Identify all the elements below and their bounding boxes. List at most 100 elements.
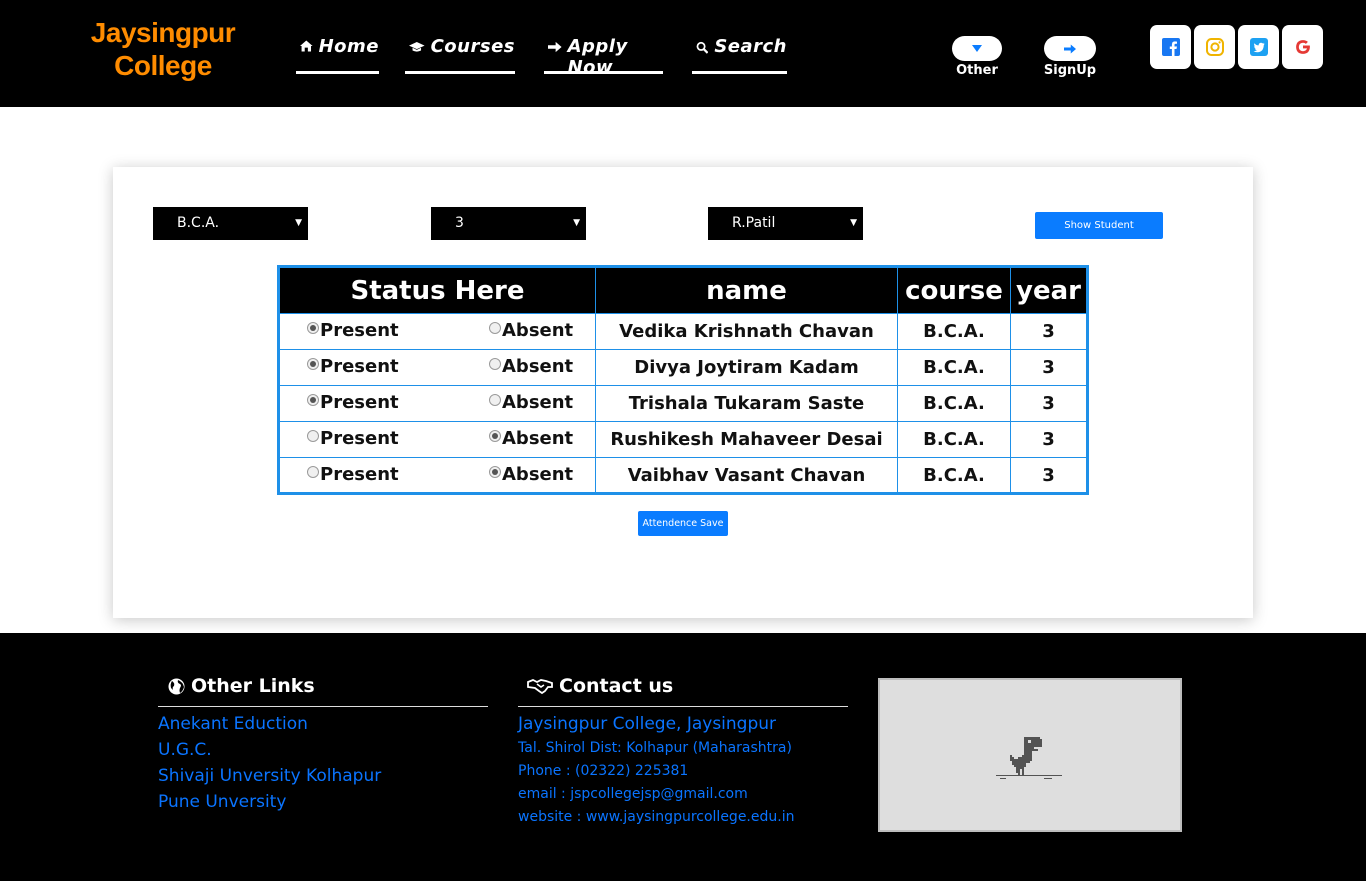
student-name-cell: Divya Joytiram Kadam bbox=[595, 349, 898, 386]
header-status: Status Here bbox=[278, 266, 596, 314]
course-cell: B.C.A. bbox=[897, 385, 1011, 422]
signup-label: SignUp bbox=[1043, 63, 1097, 78]
other-links-title: Other Links bbox=[168, 675, 315, 697]
logo-line-2: College bbox=[114, 50, 212, 81]
other-links-divider bbox=[158, 706, 488, 707]
status-cell: Present Absent bbox=[278, 421, 596, 458]
course-select[interactable]: B.C.A. ▼ bbox=[153, 207, 308, 240]
student-name-cell: Vaibhav Vasant Chavan bbox=[595, 457, 898, 494]
instagram-link[interactable] bbox=[1194, 25, 1235, 69]
contact-website[interactable]: website : www.jaysingpurcollege.edu.in bbox=[518, 809, 794, 825]
contact-college-name: Jaysingpur College, Jaysingpur bbox=[518, 714, 777, 734]
facebook-icon bbox=[1161, 38, 1180, 56]
nav-apply-label: Apply Now bbox=[567, 36, 628, 78]
student-name-cell: Trishala Tukaram Saste bbox=[595, 385, 898, 422]
present-radio[interactable] bbox=[307, 322, 319, 334]
teacher-select[interactable]: R.Patil ▼ bbox=[708, 207, 863, 240]
header-course: course bbox=[897, 266, 1011, 314]
map-embed-placeholder bbox=[878, 678, 1182, 832]
absent-label: Absent bbox=[502, 392, 574, 413]
present-option[interactable]: Present bbox=[307, 320, 399, 341]
nav-home[interactable]: Home bbox=[296, 36, 379, 74]
present-radio[interactable] bbox=[307, 358, 319, 370]
other-menu-button[interactable]: Other bbox=[939, 36, 1015, 78]
logo-line-1: Jaysingpur bbox=[90, 17, 236, 48]
college-logo[interactable]: Jaysingpur College bbox=[80, 16, 246, 82]
present-radio[interactable] bbox=[307, 430, 319, 442]
contact-title: Contact us bbox=[527, 675, 673, 697]
absent-radio[interactable] bbox=[489, 322, 501, 334]
absent-option[interactable]: Absent bbox=[489, 392, 573, 413]
show-student-button[interactable]: Show Student bbox=[1035, 212, 1163, 239]
absent-label: Absent bbox=[502, 464, 574, 485]
caret-down-icon: ▼ bbox=[850, 218, 857, 228]
status-cell: Present Absent bbox=[278, 385, 596, 422]
present-option[interactable]: Present bbox=[307, 356, 399, 377]
present-option[interactable]: Present bbox=[307, 392, 399, 413]
course-cell: B.C.A. bbox=[897, 349, 1011, 386]
absent-option[interactable]: Absent bbox=[489, 356, 573, 377]
present-option[interactable]: Present bbox=[307, 428, 399, 449]
caret-down-icon: ▼ bbox=[573, 218, 580, 228]
twitter-icon bbox=[1249, 38, 1268, 56]
other-label: Other bbox=[956, 63, 998, 78]
contact-address: Tal. Shirol Dist: Kolhapur (Maharashtra) bbox=[518, 740, 792, 756]
contact-email[interactable]: email : jspcollegejsp@gmail.com bbox=[518, 786, 748, 802]
graduation-cap-icon bbox=[409, 42, 425, 52]
arrow-right-icon bbox=[548, 41, 562, 53]
google-link[interactable] bbox=[1282, 25, 1323, 69]
header-name: name bbox=[595, 266, 898, 314]
attendance-save-button[interactable]: Attendence Save bbox=[638, 511, 728, 536]
absent-option[interactable]: Absent bbox=[489, 428, 573, 449]
footer-link-pune[interactable]: Pune Unversity bbox=[158, 792, 286, 812]
status-cell: Present Absent bbox=[278, 457, 596, 494]
other-links-title-text: Other Links bbox=[191, 675, 315, 697]
caret-down-icon: ▼ bbox=[295, 218, 302, 228]
present-radio[interactable] bbox=[307, 394, 319, 406]
other-pill bbox=[952, 36, 1002, 61]
google-icon bbox=[1295, 40, 1310, 54]
site-footer: Other Links Anekant Eduction U.G.C. Shiv… bbox=[0, 633, 1366, 881]
absent-option[interactable]: Absent bbox=[489, 320, 573, 341]
nav-apply-now[interactable]: Apply Now bbox=[544, 36, 663, 78]
home-icon bbox=[300, 40, 313, 52]
offline-dino-icon bbox=[996, 737, 1062, 779]
absent-label: Absent bbox=[502, 428, 574, 449]
absent-option[interactable]: Absent bbox=[489, 464, 573, 485]
attendance-card: B.C.A. ▼ 3 ▼ R.Patil ▼ Show Student Stat… bbox=[113, 167, 1253, 618]
nav-courses[interactable]: Courses bbox=[405, 36, 515, 74]
absent-radio[interactable] bbox=[489, 430, 501, 442]
footer-link-ugc[interactable]: U.G.C. bbox=[158, 740, 212, 760]
absent-radio[interactable] bbox=[489, 394, 501, 406]
course-cell: B.C.A. bbox=[897, 313, 1011, 350]
contact-phone: Phone : (02322) 225381 bbox=[518, 763, 689, 779]
present-radio[interactable] bbox=[307, 466, 319, 478]
caret-down-icon bbox=[972, 45, 982, 52]
present-label: Present bbox=[320, 320, 399, 341]
twitter-link[interactable] bbox=[1238, 25, 1279, 69]
present-label: Present bbox=[320, 464, 399, 485]
table-row: Present Absent Divya Joytiram Kadam B.C.A. 3 bbox=[278, 349, 1088, 386]
signup-button[interactable]: SignUp bbox=[1032, 36, 1108, 78]
signup-pill bbox=[1044, 36, 1096, 61]
facebook-link[interactable] bbox=[1150, 25, 1191, 69]
year-select-value: 3 bbox=[455, 215, 464, 231]
header-year: year bbox=[1010, 266, 1088, 314]
absent-radio[interactable] bbox=[489, 358, 501, 370]
contact-divider bbox=[518, 706, 848, 707]
course-select-value: B.C.A. bbox=[177, 215, 220, 231]
student-name-cell: Rushikesh Mahaveer Desai bbox=[595, 421, 898, 458]
footer-link-shivaji[interactable]: Shivaji Unversity Kolhapur bbox=[158, 766, 381, 786]
absent-label: Absent bbox=[502, 320, 574, 341]
footer-link-anekant[interactable]: Anekant Eduction bbox=[158, 714, 308, 734]
absent-radio[interactable] bbox=[489, 466, 501, 478]
year-cell: 3 bbox=[1010, 313, 1088, 350]
year-select[interactable]: 3 ▼ bbox=[431, 207, 586, 240]
site-header: Jaysingpur College Home Courses Apply No… bbox=[0, 0, 1366, 107]
present-option[interactable]: Present bbox=[307, 464, 399, 485]
year-cell: 3 bbox=[1010, 385, 1088, 422]
nav-search[interactable]: Search bbox=[692, 36, 787, 74]
instagram-icon bbox=[1205, 38, 1224, 56]
table-row: Present Absent Rushikesh Mahaveer Desai B.C… bbox=[278, 421, 1088, 458]
year-cell: 3 bbox=[1010, 421, 1088, 458]
